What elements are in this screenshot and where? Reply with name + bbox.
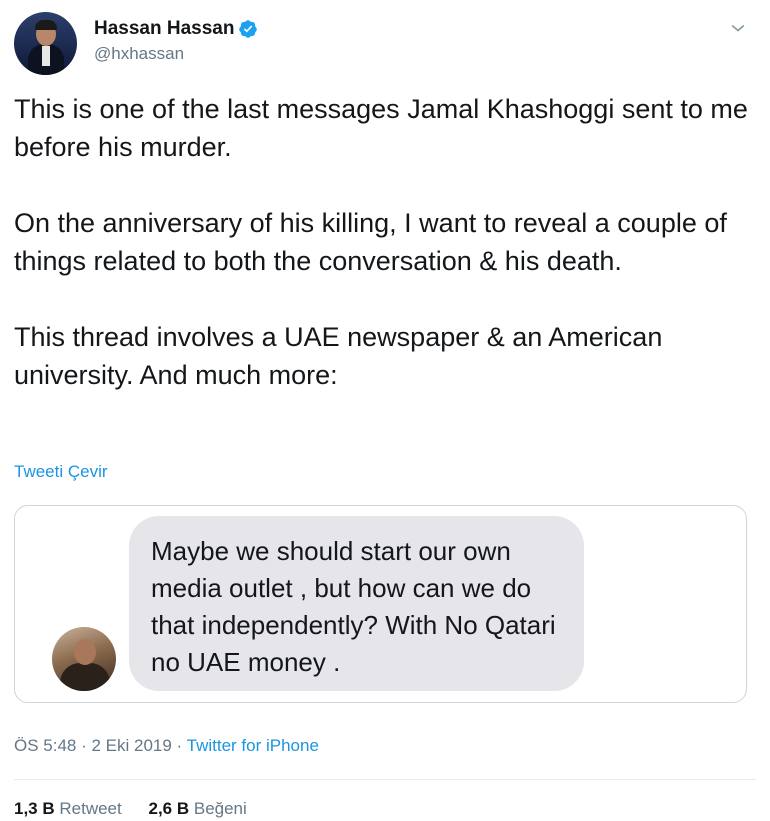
message-sender-avatar	[52, 627, 116, 691]
likes-label: Beğeni	[193, 799, 247, 818]
likes-stat[interactable]: 2,6 B Beğeni	[148, 799, 246, 819]
author-display-name[interactable]: Hassan Hassan	[94, 18, 234, 40]
retweets-stat[interactable]: 1,3 B Retweet	[14, 799, 122, 819]
meta-separator: ·	[171, 736, 187, 755]
meta-separator: ·	[76, 736, 92, 755]
tweet-paragraph: This thread involves a UAE newspaper & a…	[14, 322, 663, 390]
tweet-media-image[interactable]: Maybe we should start our own media outl…	[14, 505, 747, 703]
tweet-source-link[interactable]: Twitter for iPhone	[187, 736, 319, 755]
message-bubble: Maybe we should start our own media outl…	[129, 516, 584, 691]
tweet-stats: 1,3 B Retweet 2,6 B Beğeni	[14, 799, 269, 819]
author-avatar[interactable]	[14, 12, 77, 75]
retweets-label: Retweet	[59, 799, 122, 818]
verified-badge-icon	[239, 20, 258, 38]
tweet-meta: ÖS 5:48 · 2 Eki 2019 · Twitter for iPhon…	[14, 736, 319, 756]
retweets-count: 1,3 B	[14, 799, 55, 818]
tweet-paragraph: On the anniversary of his killing, I wan…	[14, 208, 727, 276]
chevron-down-icon[interactable]	[728, 18, 748, 38]
tweet-date[interactable]: 2 Eki 2019	[91, 736, 171, 755]
author-handle[interactable]: @hxhassan	[94, 44, 258, 64]
tweet-header: Hassan Hassan @hxhassan	[14, 12, 756, 76]
tweet-paragraph: This is one of the last messages Jamal K…	[14, 94, 748, 162]
divider	[14, 779, 756, 780]
translate-tweet-link[interactable]: Tweeti Çevir	[14, 462, 108, 482]
tweet-text: This is one of the last messages Jamal K…	[14, 90, 754, 394]
author-info[interactable]: Hassan Hassan @hxhassan	[94, 18, 258, 64]
likes-count: 2,6 B	[148, 799, 190, 818]
tweet-time[interactable]: ÖS 5:48	[14, 736, 76, 755]
